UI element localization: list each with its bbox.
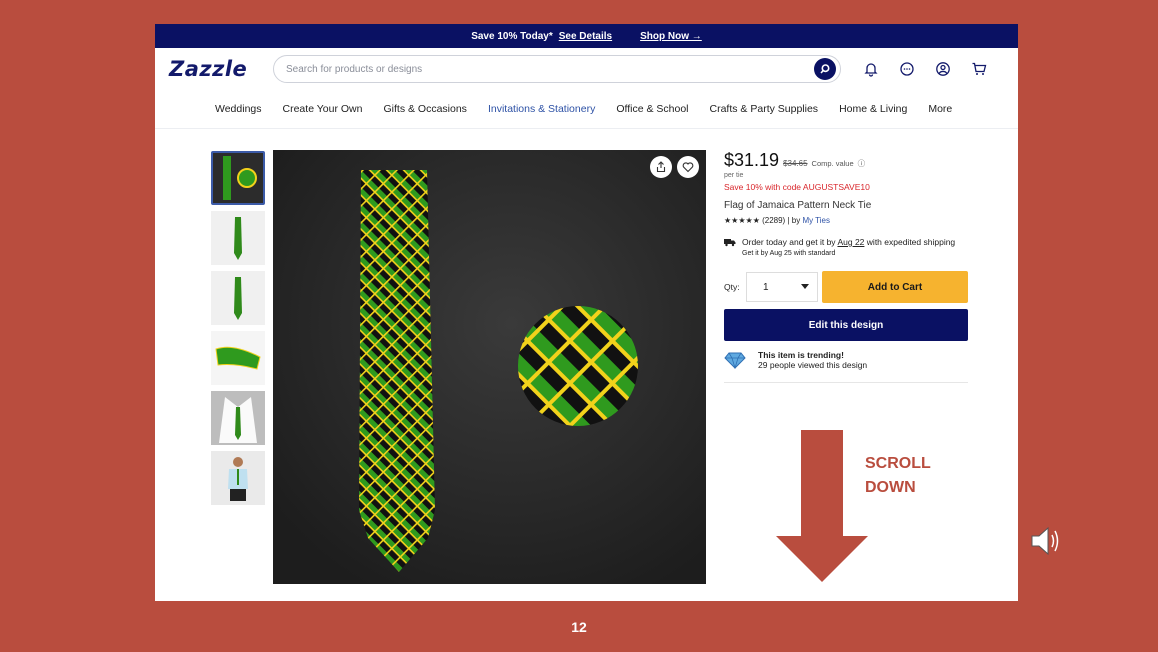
info-icon[interactable]: ⓘ	[858, 158, 866, 169]
shipping-info: Order today and get it by Aug 22 with ex…	[724, 237, 968, 259]
qty-label: Qty:	[724, 282, 740, 292]
ship-text-1: Order today and get it by	[742, 237, 836, 247]
account-icon[interactable]	[933, 59, 953, 79]
nav-invitations-stationery[interactable]: Invitations & Stationery	[488, 103, 595, 115]
nav-weddings[interactable]: Weddings	[215, 103, 262, 115]
trend-title: This item is trending!	[758, 350, 844, 360]
scroll-label-line-2: DOWN	[865, 479, 916, 496]
scroll-down-label: SCROLL DOWN	[865, 452, 931, 500]
favorite-button[interactable]	[677, 156, 699, 178]
seller-link[interactable]: My Ties	[802, 216, 830, 225]
share-icon	[656, 161, 666, 173]
qty-value: 1	[763, 281, 769, 293]
heart-icon	[682, 162, 694, 173]
nav-create-your-own[interactable]: Create Your Own	[283, 103, 363, 115]
scroll-down-arrow-icon	[776, 430, 868, 582]
product-title: Flag of Jamaica Pattern Neck Tie	[724, 200, 872, 211]
review-count[interactable]: (2289)	[762, 216, 785, 225]
nav-gifts-occasions[interactable]: Gifts & Occasions	[383, 103, 466, 115]
promo-banner: Save 10% Today* See Details Shop Now →	[155, 24, 1018, 48]
thumbnail-5[interactable]	[211, 391, 265, 445]
scroll-label-line-1: SCROLL	[865, 455, 931, 472]
thumbnail-6[interactable]	[211, 451, 265, 505]
truck-icon	[724, 239, 736, 247]
ship-standard: Get it by Aug 25 with standard	[742, 250, 836, 257]
promo-code-text: Save 10% with code AUGUSTSAVE10	[724, 182, 870, 192]
quantity-select[interactable]: 1	[746, 272, 818, 302]
share-button[interactable]	[650, 156, 672, 178]
ship-text-2: with expedited shipping	[866, 237, 956, 247]
product-info-panel: $31.19 $34.65 Comp. value ⓘ per tie Save…	[724, 150, 968, 383]
site-header: Zazzle Search for products or designs	[155, 48, 1018, 90]
product-price: $31.19	[724, 150, 780, 170]
shop-now-link[interactable]: Shop Now →	[640, 31, 702, 42]
thumbnail-1[interactable]	[211, 151, 265, 205]
nav-office-school[interactable]: Office & School	[616, 103, 688, 115]
nav-home-living[interactable]: Home & Living	[839, 103, 907, 115]
bell-icon[interactable]	[861, 59, 881, 79]
trending-notice: This item is trending! 29 people viewed …	[724, 350, 968, 383]
promo-text: Save 10% Today*	[471, 30, 553, 42]
thumbnail-4[interactable]	[211, 331, 265, 385]
search-icon	[820, 64, 830, 74]
tie-image	[359, 170, 638, 572]
cart-row: Qty: 1 Add to Cart	[724, 271, 968, 303]
diamond-icon	[724, 352, 746, 369]
ship-date[interactable]: Aug 22	[837, 237, 864, 247]
slide-page-number: 12	[571, 619, 587, 635]
browser-screenshot: Save 10% Today* See Details Shop Now → Za…	[155, 24, 1018, 601]
slide-frame: Save 10% Today* See Details Shop Now → Za…	[4, 4, 1154, 648]
see-details-link[interactable]: See Details	[559, 31, 612, 42]
speaker-icon[interactable]	[1029, 524, 1063, 558]
star-rating-icon[interactable]: ★★★★★	[724, 216, 760, 225]
edit-design-button[interactable]: Edit this design	[724, 309, 968, 341]
search-button[interactable]	[814, 58, 836, 80]
nav-crafts-party[interactable]: Crafts & Party Supplies	[710, 103, 819, 115]
comp-value-label: Comp. value	[811, 159, 854, 168]
rating-row: ★★★★★ (2289) | by My Ties	[724, 216, 968, 225]
add-to-cart-button[interactable]: Add to Cart	[822, 271, 968, 303]
chat-icon[interactable]	[897, 59, 917, 79]
product-main-image[interactable]	[273, 150, 706, 584]
search-bar[interactable]: Search for products or designs	[273, 55, 841, 83]
price-unit: per tie	[724, 172, 744, 179]
thumbnail-3[interactable]	[211, 271, 265, 325]
cart-icon[interactable]	[969, 59, 989, 79]
by-label: | by	[787, 216, 801, 225]
category-nav: Weddings Create Your Own Gifts & Occasio…	[155, 90, 1018, 129]
thumbnail-2[interactable]	[211, 211, 265, 265]
old-price: $34.65	[783, 159, 808, 168]
thumbnail-strip	[211, 151, 267, 511]
search-input[interactable]: Search for products or designs	[286, 64, 814, 75]
nav-more[interactable]: More	[928, 103, 952, 115]
chevron-down-icon	[801, 284, 809, 289]
zazzle-logo[interactable]: Zazzle	[169, 57, 273, 81]
trend-subtitle: 29 people viewed this design	[758, 360, 868, 370]
